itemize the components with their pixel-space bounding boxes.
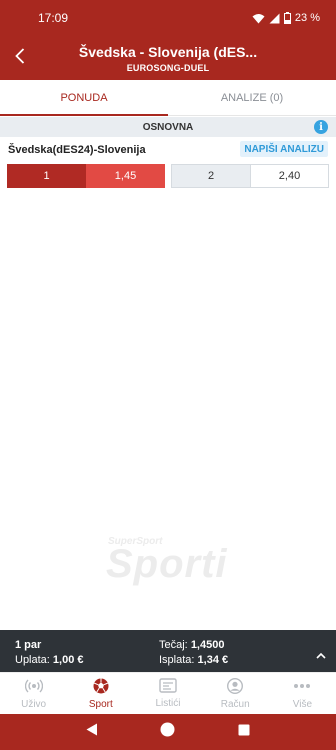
slip-pairs: 1 par — [15, 639, 42, 651]
section-title: OSNOVNA — [142, 121, 194, 133]
odds-value: 1,45 — [86, 164, 165, 188]
nav-label: Uživo — [21, 698, 47, 710]
app-header: Švedska - Slovenija (dES... EUROSONG-DUE… — [0, 36, 336, 80]
back-button[interactable] — [8, 44, 32, 72]
battery-icon — [283, 12, 291, 24]
system-navigation-bar — [0, 714, 336, 750]
live-icon — [24, 678, 43, 697]
bet-slip-bar[interactable]: 1 par Uplata: 1,00 € Tečaj: 1,4500 Ispla… — [0, 630, 336, 672]
nav-label: Listići — [155, 698, 181, 709]
section-header: OSNOVNA i — [0, 117, 336, 137]
system-home-icon[interactable] — [160, 722, 175, 742]
slip-payout: Isplata: 1,34 € — [159, 654, 229, 666]
watermark-big-text: Sporti — [106, 542, 228, 586]
match-name: Švedska(dES24)-Slovenija — [8, 144, 146, 156]
status-icons: 23 % — [252, 12, 320, 24]
page-subtitle: EUROSONG-DUEL — [126, 63, 210, 73]
nav-label: Račun — [220, 698, 250, 710]
nav-label: Više — [292, 698, 313, 710]
nav-item-uzivo[interactable]: Uživo — [0, 673, 67, 714]
battery-percent: 23 % — [294, 12, 320, 24]
cell-signal-icon — [269, 13, 280, 24]
nav-item-listici[interactable]: Listići — [134, 673, 201, 714]
slip-left-column: 1 par Uplata: 1,00 € — [15, 639, 84, 666]
odds-button-away[interactable]: 2 2,40 — [171, 164, 329, 188]
write-analysis-button[interactable]: NAPIŠI ANALIZU — [240, 141, 328, 157]
nav-item-vise[interactable]: Više — [269, 673, 336, 714]
supersport-watermark-logo: SuperSport Sporti — [96, 536, 240, 586]
slip-right-column: Tečaj: 1,4500 Isplata: 1,34 € — [159, 639, 228, 666]
tab-analize[interactable]: ANALIZE (0) — [168, 80, 336, 115]
nav-label: Sport — [88, 698, 113, 710]
back-arrow-icon — [15, 47, 25, 69]
account-icon — [227, 677, 244, 697]
odds-label: 1 — [7, 164, 86, 188]
more-icon — [293, 678, 311, 697]
bottom-navigation: Uživo Sport Listići Račun Više — [0, 672, 336, 714]
odds-value: 2,40 — [250, 165, 328, 187]
odds-button-home[interactable]: 1 1,45 — [7, 164, 165, 188]
tab-bar: PONUDA ANALIZE (0) — [0, 80, 336, 116]
nav-item-racun[interactable]: Račun — [202, 673, 269, 714]
odds-label: 2 — [172, 165, 250, 187]
info-icon[interactable]: i — [314, 120, 328, 134]
slip-odds: Tečaj: 1,4500 — [159, 639, 225, 651]
wifi-icon — [252, 13, 265, 24]
tab-ponuda[interactable]: PONUDA — [0, 80, 168, 116]
app-screen: 17:09 23 % Švedska - Slovenija (dES... E… — [0, 0, 336, 750]
nav-item-sport[interactable]: Sport — [67, 673, 134, 714]
system-back-icon[interactable] — [86, 723, 98, 741]
odds-row: 1 1,45 2 2,40 — [7, 164, 329, 188]
page-title: Švedska - Slovenija (dES... — [78, 44, 258, 60]
ticket-icon — [159, 678, 177, 696]
status-time: 17:09 — [38, 11, 69, 25]
system-recents-icon[interactable] — [238, 723, 250, 741]
slip-stake: Uplata: 1,00 € — [15, 654, 84, 666]
status-bar: 17:09 23 % — [0, 0, 336, 36]
chevron-up-icon[interactable] — [316, 646, 326, 664]
soccer-ball-icon — [93, 678, 109, 697]
